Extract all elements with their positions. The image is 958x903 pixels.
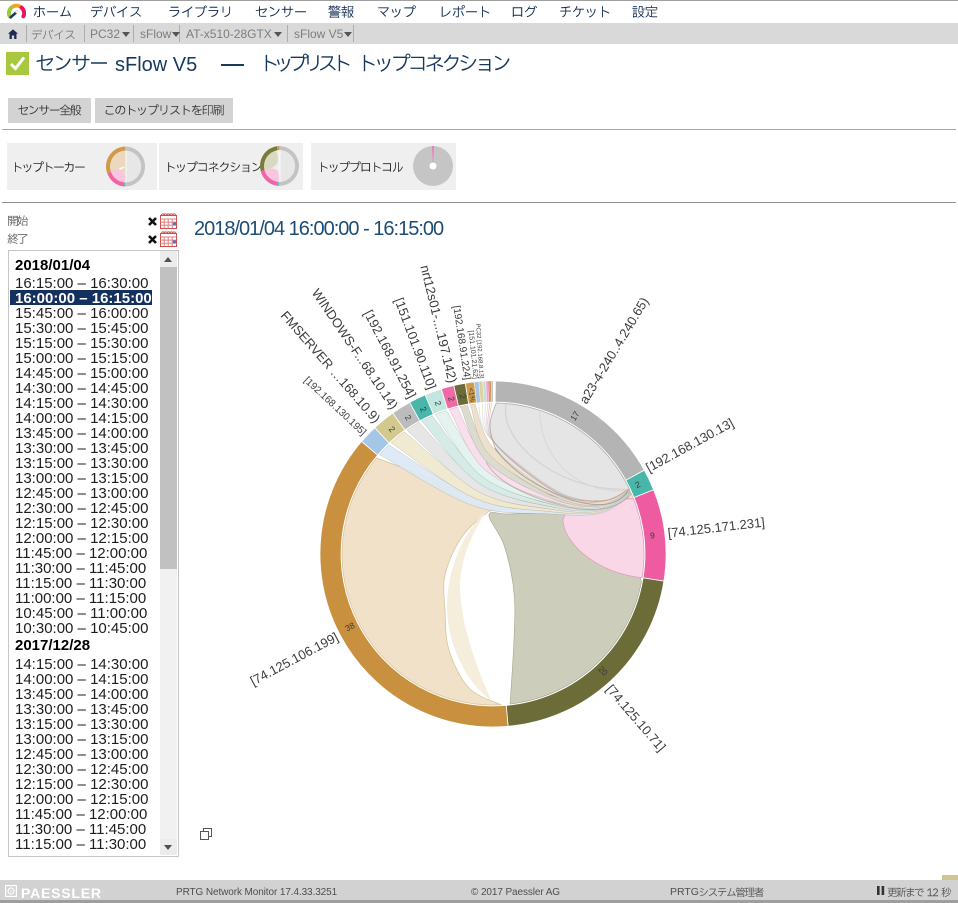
svg-text:[74.125.106.199]: [74.125.106.199] [248, 629, 341, 688]
svg-text:a23-4-240..4.240.65): a23-4-240..4.240.65) [576, 295, 651, 407]
svg-text:[74.125.10.71]: [74.125.10.71] [603, 682, 669, 755]
svg-text:[192.168.130.13]: [192.168.130.13] [643, 415, 736, 475]
svg-text:[74.125.171.231]: [74.125.171.231] [667, 515, 766, 541]
